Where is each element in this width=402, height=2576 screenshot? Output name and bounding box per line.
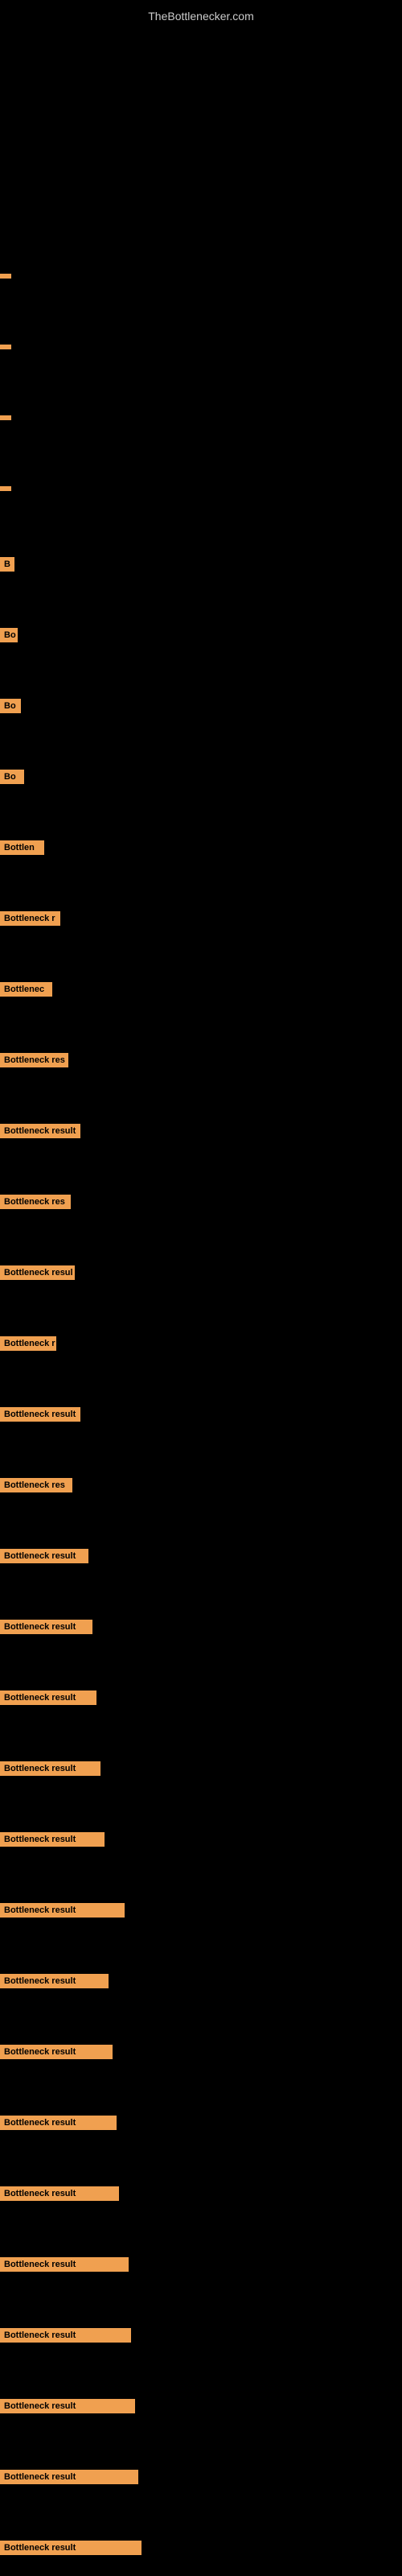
bar-label: Bottleneck result (0, 2470, 138, 2484)
bar-item: Bottleneck result (0, 2399, 135, 2413)
bar-item: Bottleneck result (0, 1761, 100, 1776)
bar-item: Bottleneck r (0, 1336, 56, 1351)
bar-label: Bottleneck r (0, 1336, 56, 1351)
bar-label (0, 486, 11, 491)
bar-item (0, 486, 11, 491)
bar-label: Bottleneck result (0, 2541, 142, 2555)
bar-label: Bottleneck result (0, 2328, 131, 2343)
bar-label: Bo (0, 770, 24, 784)
bar-label (0, 345, 11, 349)
bar-item: Bottleneck result (0, 2257, 129, 2272)
bar-item: Bottleneck result (0, 2541, 142, 2555)
bar-label: Bottleneck result (0, 1407, 80, 1422)
bar-label: Bottleneck result (0, 2186, 119, 2201)
bar-item: Bottleneck result (0, 2116, 117, 2130)
bar-label: Bottleneck result (0, 1761, 100, 1776)
bar-item: Bottleneck result (0, 1903, 125, 1918)
bar-item (0, 345, 11, 349)
bar-item: Bottleneck result (0, 1620, 92, 1634)
bar-label: Bottleneck result (0, 1974, 109, 1988)
bar-label: Bottleneck result (0, 2257, 129, 2272)
bar-label: Bottleneck result (0, 1549, 88, 1563)
bar-item: Bottlen (0, 840, 44, 855)
bar-label: Bo (0, 628, 18, 642)
bar-item: Bottleneck r (0, 911, 60, 926)
bar-label: Bottleneck result (0, 1832, 105, 1847)
bar-label: Bottleneck r (0, 911, 60, 926)
bar-item: Bottleneck result (0, 1549, 88, 1563)
bar-item (0, 274, 11, 279)
bar-item: Bottleneck result (0, 1690, 96, 1705)
bar-item: B (0, 557, 14, 572)
bar-item: Bottleneck res (0, 1053, 68, 1067)
bar-item: Bo (0, 770, 24, 784)
bar-label (0, 274, 11, 279)
bar-label: Bottleneck result (0, 2399, 135, 2413)
bar-item: Bottleneck result (0, 2470, 138, 2484)
bar-label (0, 415, 11, 420)
bar-item: Bottleneck res (0, 1478, 72, 1492)
bar-item: Bottleneck result (0, 2045, 113, 2059)
bar-label: Bottleneck resul (0, 1265, 75, 1280)
bar-label: B (0, 557, 14, 572)
bar-item: Bottleneck res (0, 1195, 71, 1209)
bar-label: Bottleneck result (0, 1124, 80, 1138)
bar-label: Bottleneck res (0, 1053, 68, 1067)
bar-item: Bottleneck result (0, 1407, 80, 1422)
bar-item: Bottleneck result (0, 2186, 119, 2201)
bar-label: Bottleneck res (0, 1195, 71, 1209)
bar-item: Bottleneck result (0, 1124, 80, 1138)
bar-item: Bottleneck result (0, 1832, 105, 1847)
site-title: TheBottlenecker.com (0, 3, 402, 26)
bar-label: Bottleneck result (0, 1903, 125, 1918)
bar-item: Bo (0, 699, 21, 713)
bar-label: Bottleneck result (0, 1690, 96, 1705)
bar-item: Bottleneck result (0, 1974, 109, 1988)
bar-item: Bottleneck result (0, 2328, 131, 2343)
bar-label: Bottleneck res (0, 1478, 72, 1492)
bar-item (0, 415, 11, 420)
bar-label: Bottlenec (0, 982, 52, 997)
bar-label: Bottleneck result (0, 2045, 113, 2059)
bar-item: Bottlenec (0, 982, 52, 997)
bar-item: Bottleneck resul (0, 1265, 75, 1280)
bar-label: Bottlen (0, 840, 44, 855)
bar-label: Bo (0, 699, 21, 713)
bar-label: Bottleneck result (0, 1620, 92, 1634)
bar-label: Bottleneck result (0, 2116, 117, 2130)
bar-item: Bo (0, 628, 18, 642)
